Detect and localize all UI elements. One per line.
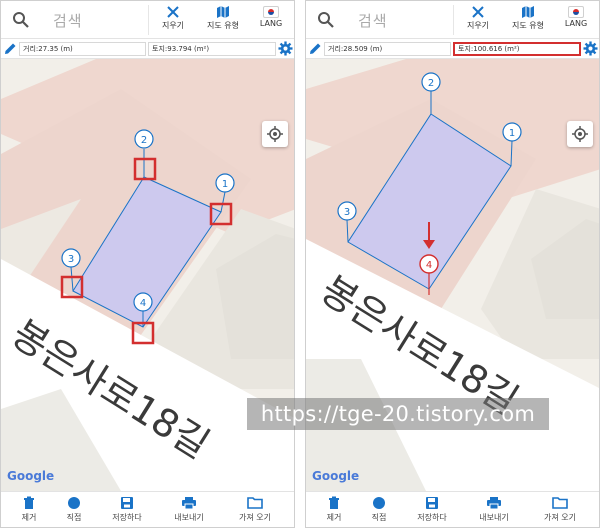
clear-button[interactable]: 지우기 (151, 3, 195, 37)
save-label: 저장하다 (112, 513, 142, 522)
close-icon (167, 6, 179, 18)
language-button[interactable]: LANG (249, 3, 293, 37)
language-label: LANG (259, 19, 283, 28)
measurement-bar: 거리:27.35 (m) 토지:93.794 (m²) (1, 39, 294, 59)
folder-icon (247, 497, 263, 509)
search-icon[interactable] (316, 10, 336, 30)
save-button[interactable]: 저장하다 (404, 496, 460, 527)
vertex-label-1: 1 (222, 179, 228, 190)
crosshair-icon (267, 126, 283, 142)
top-toolbar: 검색 지우기 지도 유형 LANG (306, 1, 599, 39)
distance-readout: 거리:27.35 (m) (19, 42, 146, 56)
vertex-label-3: 3 (344, 207, 350, 218)
save-button[interactable]: 저장하다 (99, 496, 155, 527)
floppy-icon (426, 497, 438, 509)
area-readout: 토지:93.794 (m²) (148, 42, 276, 56)
crosshair-icon (572, 126, 588, 142)
vertex-label-2: 2 (141, 135, 147, 146)
import-button[interactable]: 가져 오기 (227, 496, 283, 527)
map-icon (217, 6, 229, 18)
top-toolbar: 검색 지우기 지도 유형 LANG (1, 1, 294, 39)
pencil-icon[interactable] (4, 42, 17, 55)
flag-icon (263, 6, 279, 18)
map-type-button[interactable]: 지도 유형 (503, 3, 553, 37)
export-label: 내보내기 (174, 513, 204, 522)
toolbar-divider (453, 5, 454, 35)
direct-label: 직접 (66, 513, 82, 522)
clear-label: 지우기 (466, 21, 490, 30)
distance-readout: 거리:28.509 (m) (324, 42, 451, 56)
dot-icon (68, 497, 80, 509)
export-label: 내보내기 (479, 513, 509, 522)
my-location-button[interactable] (262, 121, 288, 147)
printer-icon (182, 497, 196, 510)
dot-icon (373, 497, 385, 509)
search-input[interactable]: 검색 (358, 10, 388, 31)
export-button[interactable]: 내보내기 (466, 496, 522, 527)
right-phone-screen: 검색 지우기 지도 유형 LANG 거리:28.509 (m) 토지:100.6… (305, 0, 600, 528)
direct-label: 직접 (371, 513, 387, 522)
direct-button[interactable]: 직접 (351, 496, 407, 527)
direct-button[interactable]: 직접 (46, 496, 102, 527)
google-attribution: Google (7, 469, 55, 483)
trash-icon (329, 496, 339, 509)
map-type-label: 지도 유형 (512, 21, 544, 30)
vertex-label-2: 2 (428, 78, 434, 89)
save-label: 저장하다 (417, 513, 447, 522)
my-location-button[interactable] (567, 121, 593, 147)
language-label: LANG (564, 19, 588, 28)
close-icon (472, 6, 484, 18)
measurement-bar: 거리:28.509 (m) 토지:100.616 (m²) (306, 39, 599, 59)
flag-icon (568, 6, 584, 18)
printer-icon (487, 497, 501, 510)
import-label: 가져 오기 (544, 513, 576, 522)
vertex-label-1: 1 (509, 128, 515, 139)
clear-label: 지우기 (161, 21, 185, 30)
map-type-button[interactable]: 지도 유형 (198, 3, 248, 37)
import-button[interactable]: 가져 오기 (532, 496, 588, 527)
export-button[interactable]: 내보내기 (161, 496, 217, 527)
bottom-toolbar: 제거 직접 저장하다 내보내기 가져 오기 (1, 491, 294, 527)
vertex-label-4: 4 (426, 260, 432, 271)
bottom-toolbar: 제거 직접 저장하다 내보내기 가져 오기 (306, 491, 599, 527)
trash-icon (24, 496, 34, 509)
gear-icon[interactable] (278, 41, 293, 56)
map-type-label: 지도 유형 (207, 21, 239, 30)
watermark-banner: https://tge-20.tistory.com (247, 398, 549, 430)
search-input[interactable]: 검색 (53, 10, 83, 31)
language-button[interactable]: LANG (554, 3, 598, 37)
vertex-label-4: 4 (140, 298, 146, 309)
screenshot-composite: 검색 지우기 지도 유형 LANG 거리:27.35 (m) 토지:93.794… (0, 0, 600, 528)
search-icon[interactable] (11, 10, 31, 30)
import-label: 가져 오기 (239, 513, 271, 522)
left-phone-screen: 검색 지우기 지도 유형 LANG 거리:27.35 (m) 토지:93.794… (0, 0, 295, 528)
toolbar-divider (148, 5, 149, 35)
folder-icon (552, 497, 568, 509)
floppy-icon (121, 497, 133, 509)
vertex-label-3: 3 (68, 254, 74, 265)
gear-icon[interactable] (583, 41, 598, 56)
google-attribution: Google (312, 469, 360, 483)
clear-button[interactable]: 지우기 (456, 3, 500, 37)
pencil-icon[interactable] (309, 42, 322, 55)
area-readout: 토지:100.616 (m²) (453, 42, 581, 56)
map-icon (522, 6, 534, 18)
